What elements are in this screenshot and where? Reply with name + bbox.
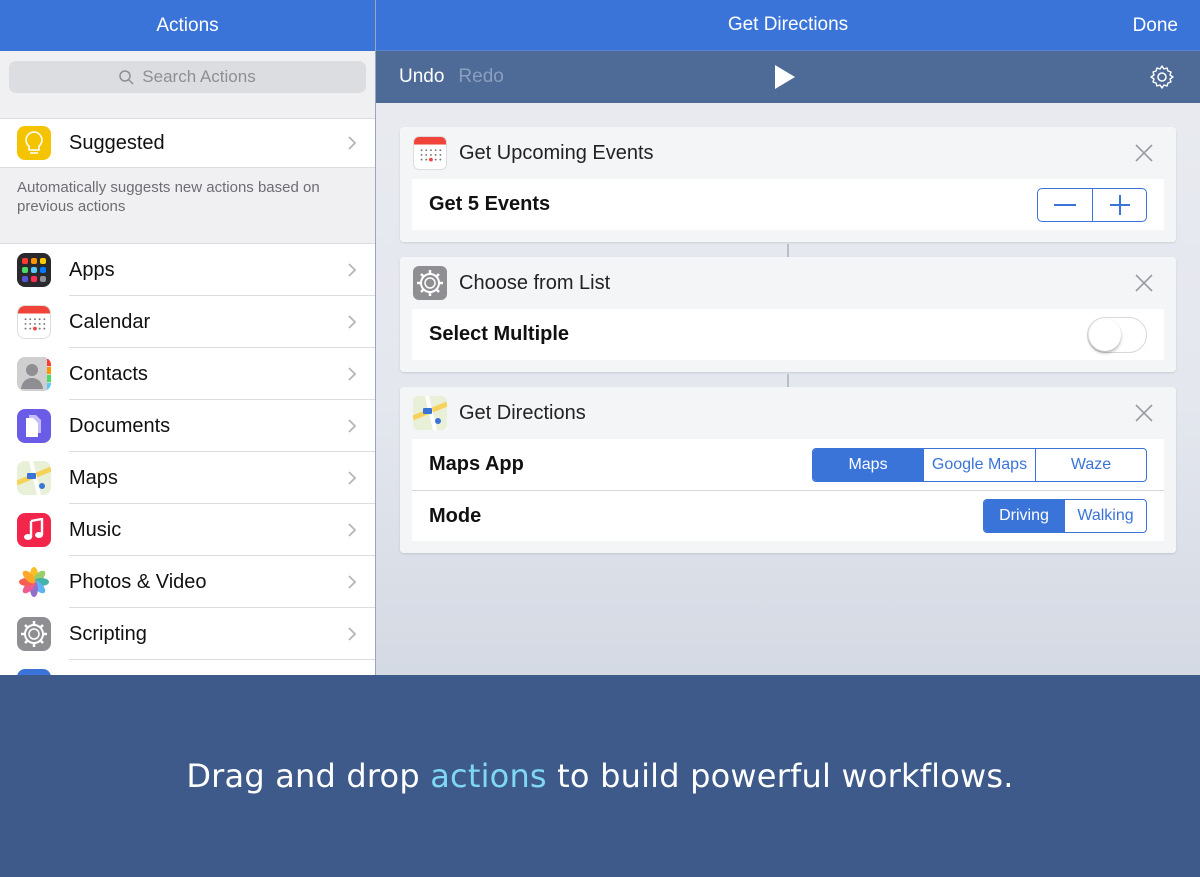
action-card-get-directions[interactable]: Get Directions Maps App Maps Google Maps… xyxy=(400,387,1176,553)
param-label: Maps App xyxy=(429,453,524,475)
music-icon xyxy=(17,513,51,547)
search-input[interactable]: Search Actions xyxy=(9,61,366,93)
action-title: Get Directions xyxy=(459,401,586,424)
sidebar-item-calendar[interactable]: Calendar xyxy=(0,296,375,348)
action-card-header: Get Directions xyxy=(400,387,1176,439)
suggested-note: Automatically suggests new actions based… xyxy=(17,179,320,215)
sidebar-item-partial[interactable] xyxy=(0,660,375,675)
param-label: Select Multiple xyxy=(429,323,570,345)
photos-icon xyxy=(17,565,51,599)
chevron-right-icon xyxy=(348,367,357,381)
maps-icon xyxy=(17,461,51,495)
action-connector xyxy=(787,244,789,258)
sidebar-header: Actions xyxy=(0,0,375,51)
segment-walking[interactable]: Walking xyxy=(1064,500,1146,532)
redo-button[interactable]: Redo xyxy=(458,66,503,88)
plus-icon xyxy=(1109,194,1130,215)
chevron-right-icon xyxy=(348,263,357,277)
scripting-icon xyxy=(17,617,51,651)
editor-header: Get Directions Done xyxy=(376,0,1200,51)
segment-driving[interactable]: Driving xyxy=(984,500,1064,532)
maps-icon xyxy=(413,396,447,430)
calendar-icon xyxy=(413,136,447,170)
param-maps-app: Maps App Maps Google Maps Waze xyxy=(412,439,1164,490)
gear-icon[interactable] xyxy=(1149,64,1175,90)
sidebar-item-documents[interactable]: Documents xyxy=(0,400,375,452)
close-icon[interactable] xyxy=(1134,273,1154,293)
scripting-icon xyxy=(413,266,447,300)
sidebar-item-music[interactable]: Music xyxy=(0,504,375,556)
sidebar-item-label: Documents xyxy=(69,414,171,437)
sidebar-item-label: Maps xyxy=(69,466,118,489)
sidebar-item-scripting[interactable]: Scripting xyxy=(0,608,375,660)
sidebar-item-maps[interactable]: Maps xyxy=(0,452,375,504)
segment-google-maps[interactable]: Google Maps xyxy=(923,448,1035,481)
editor-toolbar: Undo Redo xyxy=(376,51,1200,103)
toggle-knob xyxy=(1089,318,1121,351)
sidebar-item-suggested[interactable]: Suggested xyxy=(0,118,375,168)
sidebar-item-label: Apps xyxy=(69,258,115,281)
search-container: Search Actions xyxy=(0,51,375,103)
chevron-right-icon xyxy=(348,471,357,485)
segment-waze[interactable]: Waze xyxy=(1035,448,1146,481)
documents-icon xyxy=(17,409,51,443)
search-placeholder: Search Actions xyxy=(142,67,256,86)
search-icon xyxy=(119,69,134,85)
close-icon[interactable] xyxy=(1134,403,1154,423)
quantity-stepper[interactable] xyxy=(1037,187,1147,222)
param-label: Get 5 Events xyxy=(429,193,551,215)
chevron-right-icon xyxy=(348,523,357,537)
param-mode: Mode Driving Walking xyxy=(412,490,1164,541)
sidebar-item-label: Scripting xyxy=(69,622,147,645)
marketing-banner: Drag and drop actions to build powerful … xyxy=(0,675,1200,877)
lightbulb-icon xyxy=(17,126,51,160)
workflow-editor: Get Directions Done Undo Redo Get Upcomi… xyxy=(376,0,1200,675)
apps-icon xyxy=(17,253,51,287)
banner-text-after: to build powerful workflows. xyxy=(546,757,1014,795)
undo-button[interactable]: Undo xyxy=(399,66,444,88)
action-connector xyxy=(787,374,789,388)
sidebar-item-label: Contacts xyxy=(69,362,148,385)
sidebar-item-label: Photos & Video xyxy=(69,570,207,593)
sidebar-item-contacts[interactable]: Contacts xyxy=(0,348,375,400)
banner-highlight: actions xyxy=(430,757,547,795)
mode-segmented-control[interactable]: Driving Walking xyxy=(983,499,1147,533)
action-card-header: Get Upcoming Events xyxy=(400,127,1176,179)
sidebar-item-label: Music xyxy=(69,518,122,541)
sidebar-item-label: Calendar xyxy=(69,310,151,333)
segment-maps[interactable]: Maps xyxy=(813,448,923,481)
chevron-right-icon xyxy=(348,419,357,433)
banner-text-before: Drag and drop xyxy=(186,757,431,795)
sidebar-item-photos-video[interactable]: Photos & Video xyxy=(0,556,375,608)
play-icon[interactable] xyxy=(774,64,796,90)
maps-app-segmented-control[interactable]: Maps Google Maps Waze xyxy=(812,447,1147,482)
banner-caption: Drag and drop actions to build powerful … xyxy=(186,757,1013,795)
action-card-header: Choose from List xyxy=(400,257,1176,309)
done-button[interactable]: Done xyxy=(1133,15,1178,37)
select-multiple-toggle[interactable] xyxy=(1087,316,1147,353)
sidebar-title: Actions xyxy=(156,14,219,36)
action-card-choose-from-list[interactable]: Choose from List Select Multiple xyxy=(400,257,1176,372)
minus-icon xyxy=(1054,203,1076,206)
chevron-right-icon xyxy=(348,627,357,641)
chevron-right-icon xyxy=(348,575,357,589)
chevron-right-icon xyxy=(348,315,357,329)
chevron-right-icon xyxy=(348,136,357,150)
decrement-button[interactable] xyxy=(1038,189,1092,221)
actions-sidebar: Actions Search Actions Suggested Automat… xyxy=(0,0,375,675)
action-card-get-upcoming-events[interactable]: Get Upcoming Events Get 5 Events xyxy=(400,127,1176,242)
action-title: Get Upcoming Events xyxy=(459,141,654,164)
sidebar-item-apps[interactable]: Apps xyxy=(0,244,375,296)
param-event-count: Get 5 Events xyxy=(412,179,1164,230)
sidebar-item-label: Suggested xyxy=(69,131,165,154)
action-title: Choose from List xyxy=(459,271,611,294)
workflow-title: Get Directions xyxy=(727,14,849,35)
increment-button[interactable] xyxy=(1092,188,1146,221)
param-label: Mode xyxy=(429,504,482,527)
calendar-icon xyxy=(17,305,51,339)
close-icon[interactable] xyxy=(1134,143,1154,163)
param-select-multiple: Select Multiple xyxy=(412,309,1164,360)
contacts-icon xyxy=(17,357,51,391)
